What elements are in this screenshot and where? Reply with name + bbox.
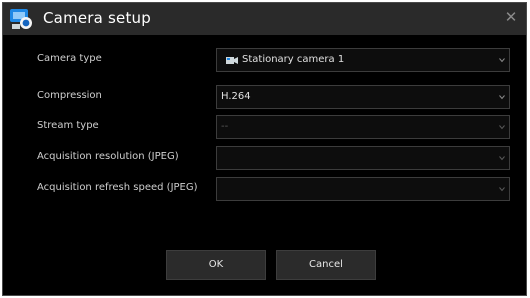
camera-type-value: Stationary camera 1: [242, 54, 345, 65]
chevron-down-icon: [499, 58, 505, 63]
dialog-title: Camera setup: [43, 9, 151, 27]
chevron-down-icon: [499, 125, 505, 130]
acquisition-refresh-speed-row: Acquisition refresh speed (JPEG): [3, 177, 526, 201]
acquisition-refresh-speed-select: [216, 177, 510, 201]
camera-type-select[interactable]: Stationary camera 1: [216, 48, 510, 72]
ok-button[interactable]: OK: [166, 250, 266, 280]
camera-type-label: Camera type: [37, 53, 102, 64]
camera-setup-dialog: Camera setup ✕ Camera type Stationary ca…: [2, 2, 527, 296]
acquisition-resolution-row: Acquisition resolution (JPEG): [3, 146, 526, 170]
chevron-down-icon: [499, 156, 505, 161]
chevron-down-icon: [499, 187, 505, 192]
camera-icon: [226, 57, 238, 64]
acquisition-refresh-speed-label: Acquisition refresh speed (JPEG): [37, 182, 198, 193]
close-icon[interactable]: ✕: [504, 10, 518, 25]
acquisition-resolution-select: [216, 146, 510, 170]
compression-label: Compression: [37, 90, 102, 101]
stream-type-label: Stream type: [37, 120, 99, 131]
title-bar: Camera setup ✕: [3, 3, 526, 35]
acquisition-resolution-label: Acquisition resolution (JPEG): [37, 151, 179, 162]
stream-type-value: --: [221, 121, 229, 132]
compression-select[interactable]: H.264: [216, 85, 510, 109]
stream-type-row: Stream type --: [3, 115, 526, 139]
cancel-button[interactable]: Cancel: [276, 250, 376, 280]
stream-type-select: --: [216, 115, 510, 139]
camera-setup-icon: [10, 9, 32, 29]
chevron-down-icon: [499, 95, 505, 100]
compression-value: H.264: [221, 91, 251, 102]
camera-type-row: Camera type Stationary camera 1: [3, 48, 526, 72]
compression-row: Compression H.264: [3, 85, 526, 109]
